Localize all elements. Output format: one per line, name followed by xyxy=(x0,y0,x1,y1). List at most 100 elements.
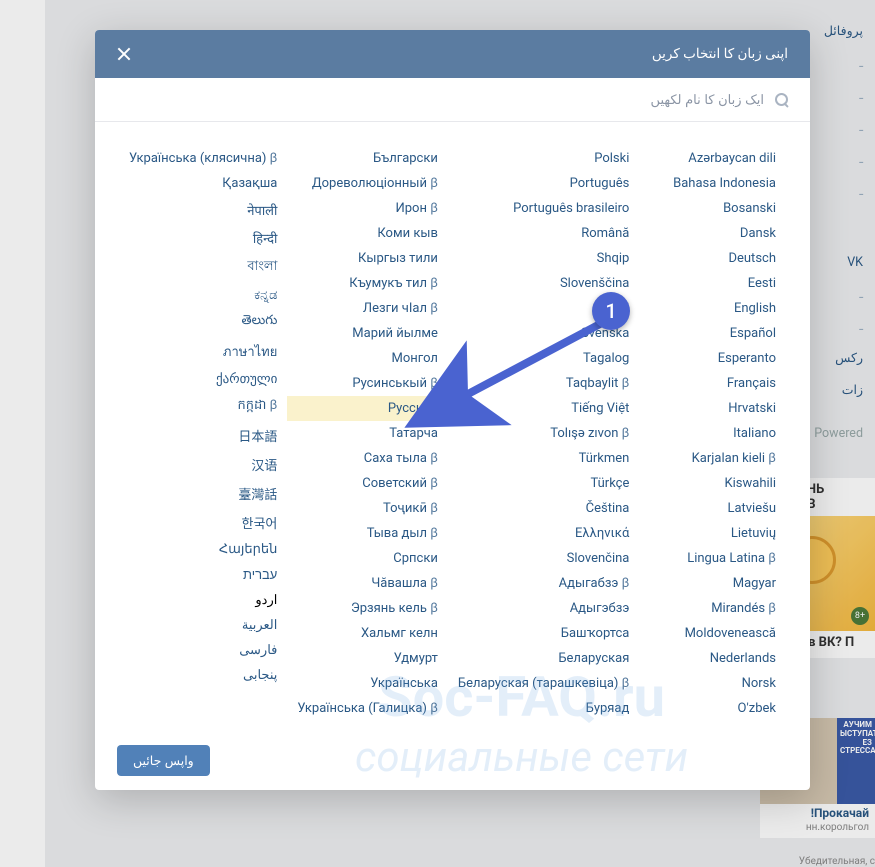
language-option[interactable]: Къумукъ тил xyxy=(287,271,448,296)
language-option[interactable]: Tiếng Việt xyxy=(448,396,639,421)
language-option[interactable]: हिन्दी xyxy=(119,224,287,252)
modal-footer: واپس جائیں xyxy=(95,731,810,790)
language-option[interactable]: 汉语 xyxy=(119,450,287,479)
language-option[interactable]: Қазақша xyxy=(119,171,287,196)
language-option[interactable]: Дореволюціонный xyxy=(287,171,448,196)
language-option[interactable]: Лезги чӏал xyxy=(287,296,448,321)
language-option[interactable]: Polski xyxy=(448,146,639,171)
language-option[interactable]: বাংলা xyxy=(119,252,287,283)
language-option[interactable]: Русский xyxy=(287,396,448,421)
language-option[interactable]: Ελληνικά xyxy=(448,521,639,546)
language-option[interactable]: Адыгэбзэ xyxy=(448,596,639,621)
language-option[interactable]: Монгол xyxy=(287,346,448,371)
language-option[interactable]: Čeština xyxy=(448,496,639,521)
language-option[interactable]: Português brasileiro xyxy=(448,196,639,221)
language-option[interactable]: Português xyxy=(448,171,639,196)
language-option[interactable]: Тыва дыл xyxy=(287,521,448,546)
language-option[interactable]: Эрзянь кель xyxy=(287,596,448,621)
language-option[interactable]: Български xyxy=(287,146,448,171)
language-modal: اپنی زبان کا انتخاب کریں Soc-FAQ.ru соци… xyxy=(95,30,810,790)
language-option[interactable]: Хальмг келн xyxy=(287,621,448,646)
language-option[interactable]: Latviešu xyxy=(639,496,786,521)
search-icon xyxy=(774,92,790,108)
modal-title: اپنی زبان کا انتخاب کریں xyxy=(652,46,788,62)
language-option[interactable]: עברית xyxy=(119,562,287,588)
language-option[interactable]: Deutsch xyxy=(639,246,786,271)
back-button[interactable]: واپس جائیں xyxy=(117,745,210,776)
language-option[interactable]: Марий йылме xyxy=(287,321,448,346)
modal-header: اپنی زبان کا انتخاب کریں xyxy=(95,30,810,78)
language-column: Українська (клясична)Қазақшаनेपालीहिन्दी… xyxy=(119,146,287,721)
language-option[interactable]: اردو xyxy=(119,588,287,613)
language-option[interactable]: Беларуская (тарашкевіца) xyxy=(448,671,639,696)
language-option[interactable]: Советский xyxy=(287,471,448,496)
language-option[interactable]: Lingua Latina xyxy=(639,546,786,571)
language-option[interactable]: Тоҷикӣ xyxy=(287,496,448,521)
language-option[interactable]: नेपाली xyxy=(119,196,287,224)
language-option[interactable]: Удмурт xyxy=(287,646,448,671)
language-option[interactable]: Татарча xyxy=(287,421,448,446)
language-option[interactable]: 日本語 xyxy=(119,421,287,450)
language-option[interactable]: Српски xyxy=(287,546,448,571)
language-option[interactable]: Karjalan kieli xyxy=(639,446,786,471)
language-option[interactable]: پنجابی xyxy=(119,663,287,688)
language-option[interactable]: ಕನ್ನಡ xyxy=(119,283,287,308)
language-option[interactable]: Eesti xyxy=(639,271,786,296)
language-option[interactable]: Italiano xyxy=(639,421,786,446)
language-option[interactable]: Коми кыв xyxy=(287,221,448,246)
language-option[interactable]: Հայերեն xyxy=(119,537,287,562)
language-option[interactable]: Türkçe xyxy=(448,471,639,496)
language-option[interactable]: Taqbaylit xyxy=(448,371,639,396)
language-option[interactable]: Shqip xyxy=(448,246,639,271)
language-option[interactable]: Bosanski xyxy=(639,196,786,221)
language-option[interactable]: తెలుగు xyxy=(119,308,287,336)
language-option[interactable]: Буряад xyxy=(448,696,639,721)
language-option[interactable]: 한국어 xyxy=(119,508,287,537)
language-option[interactable]: Azərbaycan dili xyxy=(639,146,786,171)
language-option[interactable]: Башҡортса xyxy=(448,621,639,646)
language-option[interactable]: Саха тыла xyxy=(287,446,448,471)
language-option[interactable]: O'zbek xyxy=(639,696,786,721)
language-option[interactable]: Bahasa Indonesia xyxy=(639,171,786,196)
language-option[interactable]: Nederlands xyxy=(639,646,786,671)
language-option[interactable]: Magyar xyxy=(639,571,786,596)
language-option[interactable]: English xyxy=(639,296,786,321)
language-option[interactable]: Кыргыз тили xyxy=(287,246,448,271)
language-option[interactable]: العربية xyxy=(119,613,287,638)
language-option[interactable]: Українська (Галицка) xyxy=(287,696,448,721)
language-option[interactable]: Українська xyxy=(287,671,448,696)
language-option[interactable]: កក្កដា xyxy=(119,392,287,421)
language-option[interactable]: Norsk xyxy=(639,671,786,696)
language-option[interactable]: Mirandés xyxy=(639,596,786,621)
language-option[interactable]: Tolışə zıvon xyxy=(448,421,639,446)
language-option[interactable]: Slovenčina xyxy=(448,546,639,571)
annotation-bubble-1: 1 xyxy=(592,292,630,330)
language-option[interactable]: ქართული xyxy=(119,367,287,392)
search-input[interactable] xyxy=(528,86,768,113)
language-option[interactable]: Hrvatski xyxy=(639,396,786,421)
language-option[interactable]: Türkmen xyxy=(448,446,639,471)
language-column: БългарскиДореволюціонныйИронКоми кывКырг… xyxy=(287,146,448,721)
language-option[interactable]: Русинськый xyxy=(287,371,448,396)
language-option[interactable]: Moldovenească xyxy=(639,621,786,646)
language-column: PolskiPortuguêsPortuguês brasileiroRomân… xyxy=(448,146,639,721)
language-option[interactable]: Чӑвашла xyxy=(287,571,448,596)
language-grid: Azərbaycan diliBahasa IndonesiaBosanskiD… xyxy=(95,122,810,731)
language-option[interactable]: Беларуская xyxy=(448,646,639,671)
language-option[interactable]: ภาษาไทย xyxy=(119,336,287,367)
language-option[interactable]: Українська (клясична) xyxy=(119,146,287,171)
language-option[interactable]: Kiswahili xyxy=(639,471,786,496)
close-icon[interactable] xyxy=(117,47,131,61)
language-option[interactable]: Tagalog xyxy=(448,346,639,371)
language-column: Azərbaycan diliBahasa IndonesiaBosanskiD… xyxy=(639,146,786,721)
language-option[interactable]: Ирон xyxy=(287,196,448,221)
language-option[interactable]: Lietuvių xyxy=(639,521,786,546)
language-option[interactable]: Dansk xyxy=(639,221,786,246)
language-option[interactable]: Адыгабзэ xyxy=(448,571,639,596)
language-option[interactable]: فارسی xyxy=(119,638,287,663)
language-option[interactable]: Română xyxy=(448,221,639,246)
language-option[interactable]: Español xyxy=(639,321,786,346)
language-option[interactable]: 臺灣話 xyxy=(119,479,287,508)
language-option[interactable]: Esperanto xyxy=(639,346,786,371)
language-option[interactable]: Français xyxy=(639,371,786,396)
